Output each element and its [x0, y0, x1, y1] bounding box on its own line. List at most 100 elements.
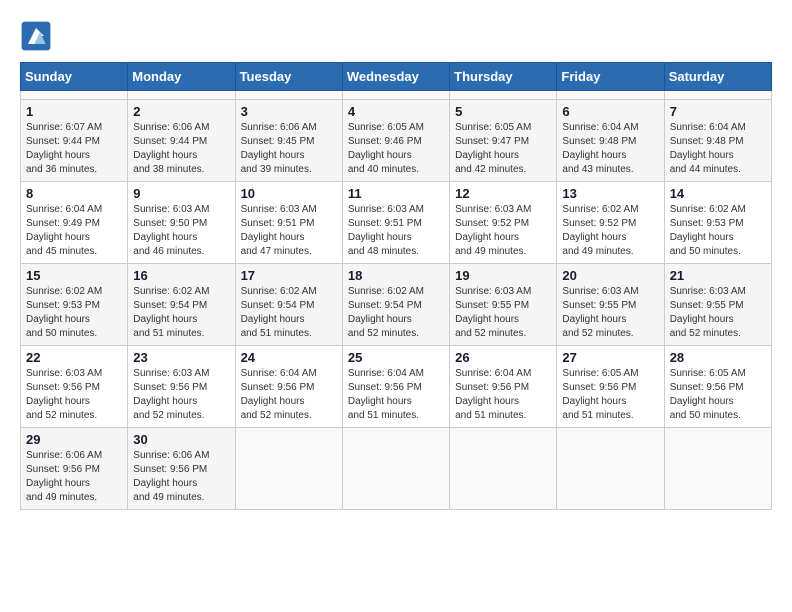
- day-number: 5: [455, 104, 551, 119]
- day-info: Sunrise: 6:03 AM Sunset: 9:56 PM Dayligh…: [26, 367, 122, 423]
- day-info: Sunrise: 6:02 AM Sunset: 9:53 PM Dayligh…: [26, 285, 122, 341]
- col-header-friday: Friday: [557, 63, 664, 91]
- calendar-cell: 14 Sunrise: 6:02 AM Sunset: 9:53 PM Dayl…: [664, 182, 771, 264]
- calendar-cell: 12 Sunrise: 6:03 AM Sunset: 9:52 PM Dayl…: [450, 182, 557, 264]
- calendar-cell: [342, 91, 449, 100]
- day-info: Sunrise: 6:03 AM Sunset: 9:51 PM Dayligh…: [241, 203, 337, 259]
- day-number: 14: [670, 186, 766, 201]
- day-number: 15: [26, 268, 122, 283]
- day-info: Sunrise: 6:05 AM Sunset: 9:56 PM Dayligh…: [562, 367, 658, 423]
- calendar-cell: [664, 91, 771, 100]
- col-header-wednesday: Wednesday: [342, 63, 449, 91]
- calendar-cell: 5 Sunrise: 6:05 AM Sunset: 9:47 PM Dayli…: [450, 100, 557, 182]
- calendar-cell: [342, 428, 449, 510]
- day-info: Sunrise: 6:06 AM Sunset: 9:56 PM Dayligh…: [26, 449, 122, 505]
- day-number: 24: [241, 350, 337, 365]
- day-info: Sunrise: 6:03 AM Sunset: 9:55 PM Dayligh…: [562, 285, 658, 341]
- calendar-cell: [450, 91, 557, 100]
- day-number: 11: [348, 186, 444, 201]
- calendar-cell: 18 Sunrise: 6:02 AM Sunset: 9:54 PM Dayl…: [342, 264, 449, 346]
- calendar-header-row: SundayMondayTuesdayWednesdayThursdayFrid…: [21, 63, 772, 91]
- calendar-cell: 9 Sunrise: 6:03 AM Sunset: 9:50 PM Dayli…: [128, 182, 235, 264]
- day-info: Sunrise: 6:04 AM Sunset: 9:56 PM Dayligh…: [455, 367, 551, 423]
- calendar-cell: [21, 91, 128, 100]
- calendar-cell: 15 Sunrise: 6:02 AM Sunset: 9:53 PM Dayl…: [21, 264, 128, 346]
- calendar-cell: 17 Sunrise: 6:02 AM Sunset: 9:54 PM Dayl…: [235, 264, 342, 346]
- calendar-cell: 20 Sunrise: 6:03 AM Sunset: 9:55 PM Dayl…: [557, 264, 664, 346]
- calendar-cell: [664, 428, 771, 510]
- day-info: Sunrise: 6:02 AM Sunset: 9:54 PM Dayligh…: [133, 285, 229, 341]
- day-number: 7: [670, 104, 766, 119]
- calendar-cell: 26 Sunrise: 6:04 AM Sunset: 9:56 PM Dayl…: [450, 346, 557, 428]
- calendar-cell: [235, 428, 342, 510]
- calendar-cell: [128, 91, 235, 100]
- calendar-cell: 28 Sunrise: 6:05 AM Sunset: 9:56 PM Dayl…: [664, 346, 771, 428]
- logo: [20, 20, 56, 52]
- day-number: 6: [562, 104, 658, 119]
- day-info: Sunrise: 6:04 AM Sunset: 9:48 PM Dayligh…: [670, 121, 766, 177]
- col-header-saturday: Saturday: [664, 63, 771, 91]
- page-header: [20, 20, 772, 52]
- day-info: Sunrise: 6:04 AM Sunset: 9:48 PM Dayligh…: [562, 121, 658, 177]
- calendar-cell: 30 Sunrise: 6:06 AM Sunset: 9:56 PM Dayl…: [128, 428, 235, 510]
- day-info: Sunrise: 6:03 AM Sunset: 9:55 PM Dayligh…: [670, 285, 766, 341]
- calendar-week-1: 1 Sunrise: 6:07 AM Sunset: 9:44 PM Dayli…: [21, 100, 772, 182]
- day-info: Sunrise: 6:03 AM Sunset: 9:52 PM Dayligh…: [455, 203, 551, 259]
- day-number: 22: [26, 350, 122, 365]
- calendar-cell: [235, 91, 342, 100]
- day-info: Sunrise: 6:04 AM Sunset: 9:56 PM Dayligh…: [241, 367, 337, 423]
- day-number: 8: [26, 186, 122, 201]
- day-info: Sunrise: 6:06 AM Sunset: 9:45 PM Dayligh…: [241, 121, 337, 177]
- calendar-cell: 27 Sunrise: 6:05 AM Sunset: 9:56 PM Dayl…: [557, 346, 664, 428]
- day-info: Sunrise: 6:07 AM Sunset: 9:44 PM Dayligh…: [26, 121, 122, 177]
- calendar-cell: [557, 428, 664, 510]
- calendar-cell: 2 Sunrise: 6:06 AM Sunset: 9:44 PM Dayli…: [128, 100, 235, 182]
- calendar-week-3: 15 Sunrise: 6:02 AM Sunset: 9:53 PM Dayl…: [21, 264, 772, 346]
- calendar-cell: 1 Sunrise: 6:07 AM Sunset: 9:44 PM Dayli…: [21, 100, 128, 182]
- day-info: Sunrise: 6:04 AM Sunset: 9:56 PM Dayligh…: [348, 367, 444, 423]
- day-number: 1: [26, 104, 122, 119]
- col-header-monday: Monday: [128, 63, 235, 91]
- calendar-week-0: [21, 91, 772, 100]
- calendar-cell: 25 Sunrise: 6:04 AM Sunset: 9:56 PM Dayl…: [342, 346, 449, 428]
- day-number: 17: [241, 268, 337, 283]
- calendar-cell: [450, 428, 557, 510]
- day-number: 16: [133, 268, 229, 283]
- day-number: 12: [455, 186, 551, 201]
- day-number: 28: [670, 350, 766, 365]
- calendar-cell: 23 Sunrise: 6:03 AM Sunset: 9:56 PM Dayl…: [128, 346, 235, 428]
- day-info: Sunrise: 6:06 AM Sunset: 9:44 PM Dayligh…: [133, 121, 229, 177]
- calendar-cell: 7 Sunrise: 6:04 AM Sunset: 9:48 PM Dayli…: [664, 100, 771, 182]
- day-number: 27: [562, 350, 658, 365]
- calendar-cell: 8 Sunrise: 6:04 AM Sunset: 9:49 PM Dayli…: [21, 182, 128, 264]
- calendar-cell: 11 Sunrise: 6:03 AM Sunset: 9:51 PM Dayl…: [342, 182, 449, 264]
- day-info: Sunrise: 6:04 AM Sunset: 9:49 PM Dayligh…: [26, 203, 122, 259]
- day-number: 18: [348, 268, 444, 283]
- calendar-week-2: 8 Sunrise: 6:04 AM Sunset: 9:49 PM Dayli…: [21, 182, 772, 264]
- day-info: Sunrise: 6:03 AM Sunset: 9:51 PM Dayligh…: [348, 203, 444, 259]
- col-header-sunday: Sunday: [21, 63, 128, 91]
- day-info: Sunrise: 6:02 AM Sunset: 9:52 PM Dayligh…: [562, 203, 658, 259]
- day-info: Sunrise: 6:02 AM Sunset: 9:54 PM Dayligh…: [241, 285, 337, 341]
- day-number: 26: [455, 350, 551, 365]
- day-number: 29: [26, 432, 122, 447]
- calendar-cell: 22 Sunrise: 6:03 AM Sunset: 9:56 PM Dayl…: [21, 346, 128, 428]
- day-info: Sunrise: 6:02 AM Sunset: 9:53 PM Dayligh…: [670, 203, 766, 259]
- day-number: 19: [455, 268, 551, 283]
- col-header-tuesday: Tuesday: [235, 63, 342, 91]
- calendar: SundayMondayTuesdayWednesdayThursdayFrid…: [20, 62, 772, 510]
- day-info: Sunrise: 6:05 AM Sunset: 9:56 PM Dayligh…: [670, 367, 766, 423]
- col-header-thursday: Thursday: [450, 63, 557, 91]
- day-number: 20: [562, 268, 658, 283]
- day-info: Sunrise: 6:03 AM Sunset: 9:55 PM Dayligh…: [455, 285, 551, 341]
- day-number: 25: [348, 350, 444, 365]
- day-info: Sunrise: 6:02 AM Sunset: 9:54 PM Dayligh…: [348, 285, 444, 341]
- day-info: Sunrise: 6:05 AM Sunset: 9:47 PM Dayligh…: [455, 121, 551, 177]
- calendar-cell: 19 Sunrise: 6:03 AM Sunset: 9:55 PM Dayl…: [450, 264, 557, 346]
- day-number: 9: [133, 186, 229, 201]
- day-number: 10: [241, 186, 337, 201]
- day-info: Sunrise: 6:06 AM Sunset: 9:56 PM Dayligh…: [133, 449, 229, 505]
- calendar-cell: 24 Sunrise: 6:04 AM Sunset: 9:56 PM Dayl…: [235, 346, 342, 428]
- calendar-cell: [557, 91, 664, 100]
- day-info: Sunrise: 6:05 AM Sunset: 9:46 PM Dayligh…: [348, 121, 444, 177]
